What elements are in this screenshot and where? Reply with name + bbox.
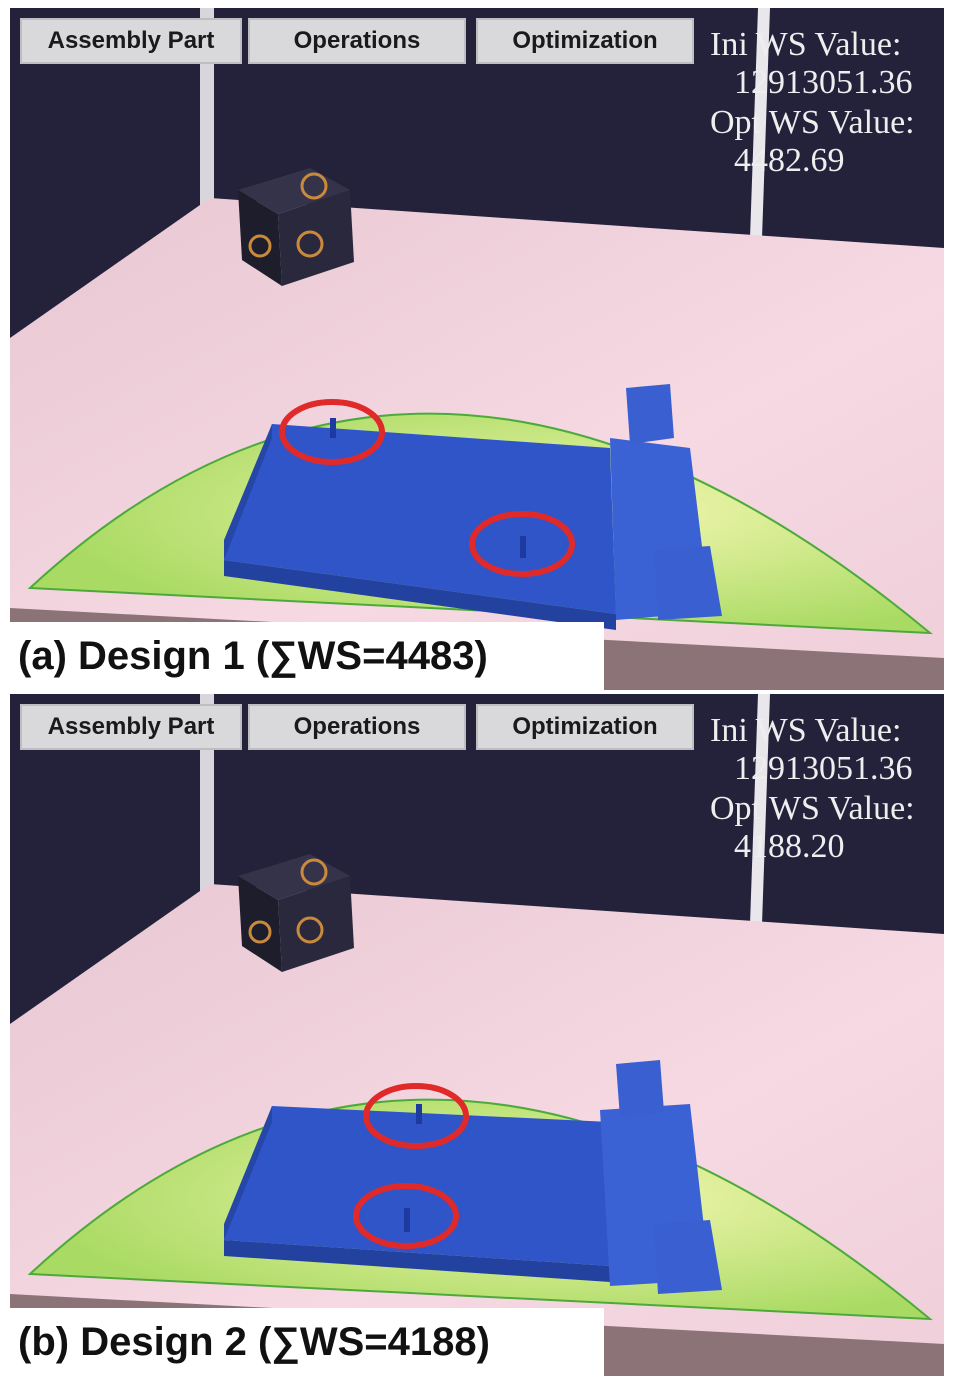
ini-ws-label: Ini WS Value: [710,712,902,749]
ar-view-design-2: Assembly Part Operations Optimization In… [10,694,944,1376]
opt-ws-value: 4188.20 [734,828,845,865]
operations-button[interactable]: Operations [248,18,466,64]
figure-caption: (b) Design 2 (∑WS=4188) [10,1308,604,1376]
assembly-part-button[interactable]: Assembly Part [20,18,242,64]
optimization-button[interactable]: Optimization [476,18,694,64]
ar-view-design-1: Assembly Part Operations Optimization In… [10,8,944,690]
figure-caption: (a) Design 1 (∑WS=4483) [10,622,604,690]
opt-ws-value: 4482.69 [734,142,845,179]
ini-ws-value: 12913051.36 [734,750,913,787]
ini-ws-value: 12913051.36 [734,64,913,101]
assembly-part-button[interactable]: Assembly Part [20,704,242,750]
opt-ws-label: Opt WS Value: [710,790,915,827]
operations-button[interactable]: Operations [248,704,466,750]
optimization-button[interactable]: Optimization [476,704,694,750]
opt-ws-label: Opt WS Value: [710,104,915,141]
ini-ws-label: Ini WS Value: [710,26,902,63]
